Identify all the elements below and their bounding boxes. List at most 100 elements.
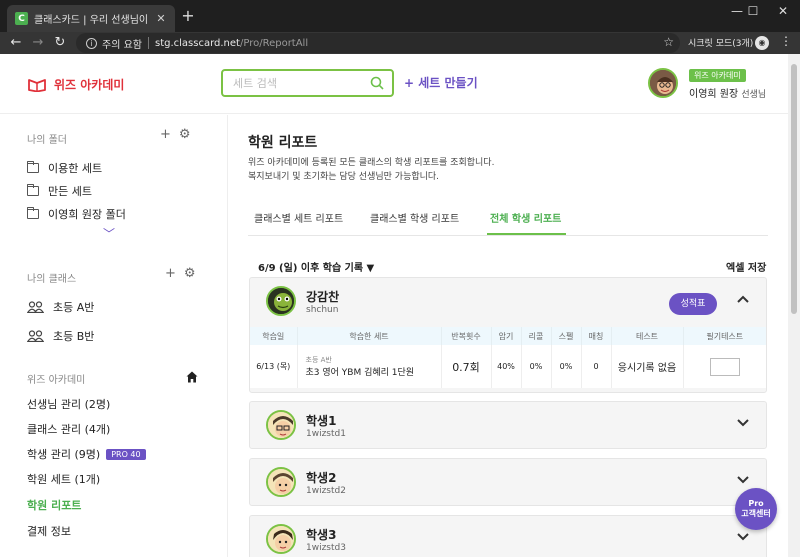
set-name: 초3 영어 YBM 김혜리 1단원	[305, 368, 415, 378]
sidebar-item-director-folder[interactable]: 이영희 원장 폴더	[27, 206, 126, 222]
sidebar-item-made-sets[interactable]: 만든 세트	[27, 183, 92, 199]
table-header-row: 학습일 학습한 세트 반복횟수 암기 리콜 스펠 매칭 테스트 필기테스트	[250, 327, 766, 345]
sidebar-item-label: 결제 정보	[27, 525, 71, 538]
student-avatar	[266, 286, 296, 316]
site-logo[interactable]: 위즈 아카데미	[28, 76, 124, 93]
back-icon[interactable]: ←	[6, 33, 26, 53]
repeat-count: 0.7회	[441, 345, 492, 388]
class-settings-icon[interactable]: ⚙	[184, 266, 196, 281]
sidebar-item-label: 만든 세트	[48, 185, 92, 198]
logo-text: 위즈 아카데미	[54, 78, 125, 92]
sidebar: 나의 폴더 + ⚙ 이용한 세트 만든 세트 이영희 원장 폴더 ﹀ 나의 클래…	[0, 115, 228, 557]
reload-icon[interactable]: ↻	[50, 33, 70, 53]
test-status: 응시기록 없음	[611, 345, 684, 388]
sidebar-item-label: 학원 리포트	[27, 499, 82, 512]
tab-all-student-report[interactable]: 전체 학생 리포트	[490, 210, 561, 225]
tab-class-student-report[interactable]: 클래스별 학생 리포트	[370, 210, 459, 225]
expand-chevron-down-icon[interactable]	[736, 416, 750, 430]
browser-menu-icon[interactable]: ⋮	[780, 34, 792, 48]
user-name: 이영희 원장	[689, 89, 739, 100]
add-class-icon[interactable]: +	[165, 266, 176, 281]
memorize-value: 40%	[491, 345, 522, 388]
sidebar-item-class-manage[interactable]: 클래스 관리 (4개)	[27, 421, 110, 437]
expand-chevron-down-icon[interactable]	[736, 530, 750, 544]
student-avatar-image	[268, 412, 294, 438]
bookmark-star-icon[interactable]: ☆	[663, 35, 674, 49]
student-name: 학생2	[306, 471, 337, 485]
column-header: 필기테스트	[683, 327, 766, 345]
my-folders-title: 나의 폴더	[27, 135, 67, 146]
studied-set[interactable]: 초등 A반 초3 영어 YBM 김혜리 1단원	[297, 345, 442, 388]
folder-icon	[27, 207, 39, 219]
column-header: 리콜	[521, 327, 552, 345]
sidebar-item-academy-report[interactable]: 학원 리포트	[27, 497, 81, 513]
student-id: 1wizstd2	[306, 486, 346, 496]
site-header: 위즈 아카데미 + 세트 만들기 위즈 아카데미 이영희 원장 선생님	[0, 54, 788, 114]
sidebar-item-label: 초등 A반	[53, 301, 95, 314]
add-folder-icon[interactable]: +	[160, 127, 171, 142]
sidebar-item-used-sets[interactable]: 이용한 세트	[27, 160, 102, 176]
incognito-icon[interactable]: ◉	[755, 36, 769, 50]
page-scrollbar[interactable]	[788, 54, 800, 557]
window-close-icon[interactable]: ✕	[766, 2, 800, 20]
my-classes-title: 나의 클래스	[27, 274, 77, 285]
report-tabs: 클래스별 세트 리포트 클래스별 학생 리포트 전체 학생 리포트	[248, 200, 768, 236]
browser-toolbar: ← → ↻ i 주의 요함 stg.classcard.net /Pro/Rep…	[0, 32, 800, 54]
people-icon	[27, 330, 44, 342]
tab-class-set-report[interactable]: 클래스별 세트 리포트	[254, 210, 343, 225]
search-input[interactable]	[233, 76, 363, 90]
student-card[interactable]: 학생1 1wizstd1	[249, 401, 767, 449]
page-description-1: 위즈 아카데미에 등록된 모든 클래스의 학생 리포트를 조회합니다.	[248, 158, 495, 168]
browser-tab[interactable]: C 클래스카드 | 우리 선생님이 만든 ✕	[7, 5, 175, 32]
info-icon[interactable]: i	[86, 37, 97, 49]
active-tab-underline	[487, 233, 566, 235]
sidebar-item-label: 학생 관리 (9명)	[27, 448, 101, 461]
student-card[interactable]: 학생2 1wizstd2	[249, 458, 767, 506]
folder-icon	[27, 184, 39, 196]
home-icon[interactable]	[186, 371, 198, 383]
fab-line-2: 고객센터	[741, 509, 771, 518]
student-id: 1wizstd3	[306, 543, 346, 553]
pro-badge: PRO 40	[106, 448, 146, 460]
org-badge: 위즈 아카데미	[689, 69, 746, 82]
scrollbar-thumb[interactable]	[791, 64, 797, 314]
sidebar-item-class-b[interactable]: 초등 B반	[27, 328, 94, 344]
user-avatar[interactable]	[648, 68, 678, 98]
maximize-icon[interactable]: ☐	[738, 2, 768, 20]
record-filter-dropdown[interactable]: 6/9 (일) 이후 학습 기록 ▼	[258, 259, 374, 274]
address-separator	[147, 37, 149, 49]
sidebar-item-teacher-manage[interactable]: 선생님 관리 (2명)	[27, 396, 110, 412]
new-tab-icon[interactable]: +	[180, 7, 196, 25]
collapse-chevron-up-icon[interactable]	[736, 292, 750, 306]
page: 위즈 아카데미 + 세트 만들기 위즈 아카데미 이영희 원장 선생님	[0, 54, 800, 557]
class-tools: + ⚙	[165, 266, 196, 281]
tab-close-icon[interactable]: ✕	[155, 12, 167, 25]
folder-settings-icon[interactable]: ⚙	[179, 127, 191, 142]
create-set-button[interactable]: + 세트 만들기	[404, 74, 478, 91]
pro-customer-center-button[interactable]: Pro 고객센터	[735, 488, 777, 530]
sidebar-item-academy-sets[interactable]: 학원 세트 (1개)	[27, 471, 100, 487]
excel-save-button[interactable]: 엑셀 저장	[726, 259, 766, 274]
search-icon[interactable]	[370, 76, 384, 90]
written-test-input[interactable]	[709, 357, 740, 376]
sidebar-item-class-a[interactable]: 초등 A반	[27, 299, 94, 315]
sidebar-item-label: 이용한 세트	[48, 162, 103, 175]
column-header: 테스트	[611, 327, 684, 345]
forward-icon[interactable]: →	[28, 33, 48, 53]
table-row: 6/13 (목) 초등 A반 초3 영어 YBM 김혜리 1단원 0.7회 40…	[250, 345, 766, 388]
column-header: 학습한 세트	[297, 327, 442, 345]
student-avatar-image	[268, 469, 294, 495]
sidebar-item-payment-info[interactable]: 결제 정보	[27, 523, 71, 539]
address-bar[interactable]: i 주의 요함 stg.classcard.net /Pro/ReportAll…	[76, 33, 680, 53]
expand-folders-chevron-down-icon[interactable]: ﹀	[103, 225, 115, 242]
folder-tools: + ⚙	[160, 127, 191, 142]
user-name-area[interactable]: 이영희 원장 선생님	[689, 85, 766, 100]
search-box	[221, 69, 394, 97]
student-card: 강감찬 shchun 성적표 학습일 학습한 세트 반복횟수 암기 리콜 스펠 …	[249, 277, 767, 393]
column-header: 학습일	[250, 327, 298, 345]
student-card[interactable]: 학생3 1wizstd3	[249, 515, 767, 557]
sidebar-item-student-manage[interactable]: 학생 관리 (9명) PRO 40	[27, 446, 146, 462]
report-card-button[interactable]: 성적표	[669, 293, 717, 315]
expand-chevron-down-icon[interactable]	[736, 473, 750, 487]
page-title: 학원 리포트	[248, 135, 318, 151]
